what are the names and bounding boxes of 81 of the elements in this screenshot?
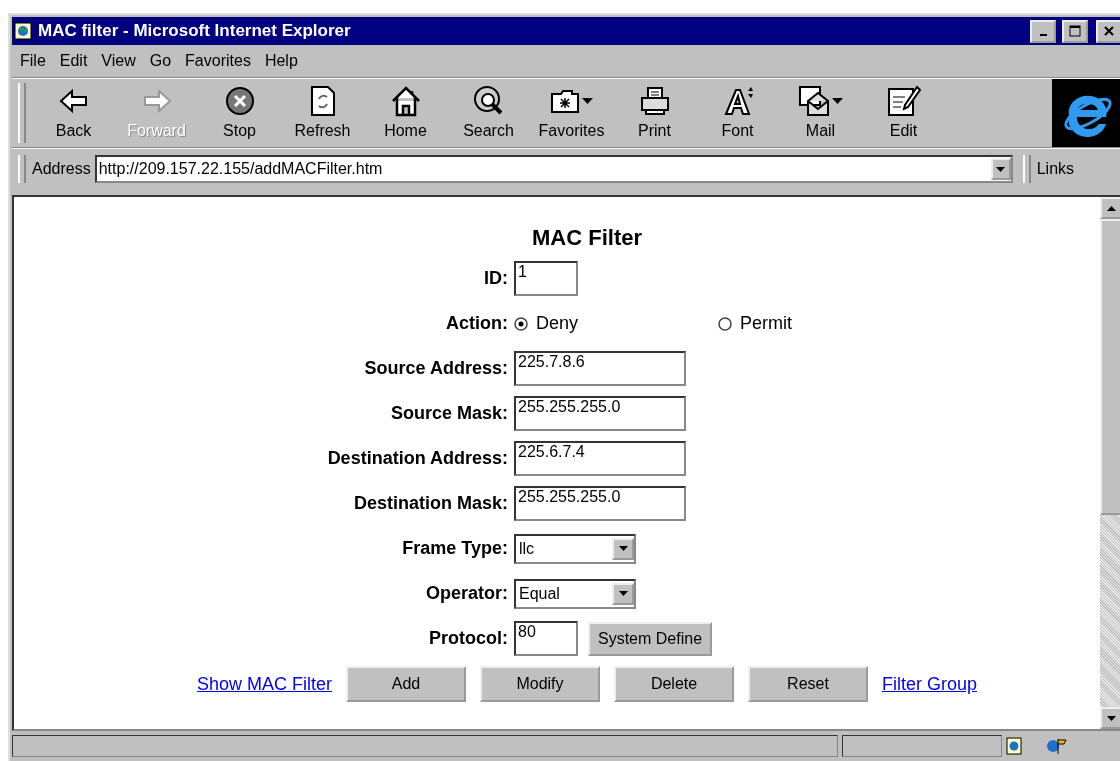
text-field[interactable]: 225.6.7.4 <box>514 441 686 476</box>
toolbar-button[interactable]: Stop <box>198 82 281 144</box>
text-field[interactable]: 255.255.255.0 <box>514 396 686 431</box>
dropdown-field[interactable]: Equal <box>514 578 636 609</box>
caret-icon <box>618 546 628 551</box>
form-button[interactable]: Delete <box>614 666 734 702</box>
field-label: Frame Type: <box>401 538 508 559</box>
toolbar-button[interactable]: Font <box>696 82 779 144</box>
window-title: MAC filter - Microsoft Internet Explorer <box>38 21 352 41</box>
menu-item[interactable]: Edit <box>53 49 94 73</box>
field-label: Action: <box>445 313 508 334</box>
text-field[interactable]: 255.255.255.0 <box>514 486 686 521</box>
links-label[interactable]: Links <box>1036 160 1075 178</box>
browser-page-icon <box>14 22 32 40</box>
field-label: Source Mask: <box>389 403 508 424</box>
form-button[interactable]: Modify <box>480 666 600 702</box>
field-label: ID: <box>483 268 508 289</box>
scroll-down-button[interactable] <box>1100 707 1120 729</box>
maximize-icon <box>1069 25 1081 37</box>
id-field[interactable]: 1 <box>514 261 578 296</box>
field-label: Protocol: <box>428 628 508 649</box>
scrollbar[interactable] <box>1100 197 1120 729</box>
menu-item[interactable]: Favorites <box>179 49 257 73</box>
link[interactable]: Filter Group <box>882 673 978 695</box>
stop-icon <box>224 85 255 116</box>
radio-option[interactable]: Permit <box>718 313 793 334</box>
minimize-icon <box>1039 34 1047 36</box>
scroll-thumb[interactable] <box>1100 219 1120 515</box>
menu-item[interactable]: View <box>95 49 142 73</box>
page-globe-icon <box>1006 737 1022 755</box>
radio-option[interactable]: Deny <box>514 313 579 334</box>
forward-arrow-icon <box>141 87 172 114</box>
toolbar-button[interactable]: Refresh <box>281 82 364 144</box>
form-button[interactable]: Reset <box>748 666 868 702</box>
protocol-field[interactable]: 80 <box>514 621 578 656</box>
address-field[interactable]: http://209.157.22.155/addMACFilter.htm <box>94 155 1013 183</box>
toolbar-grip[interactable] <box>18 155 26 183</box>
toolbar-grip[interactable] <box>1022 155 1031 183</box>
maximize-button[interactable] <box>1062 19 1088 43</box>
toolbar-button[interactable]: Mail <box>779 82 862 144</box>
close-button[interactable] <box>1096 19 1120 43</box>
toolbar-button[interactable]: Back <box>32 82 115 144</box>
caret-icon <box>618 591 628 596</box>
text-field[interactable]: 225.7.8.6 <box>514 351 686 386</box>
caret-icon <box>1106 205 1116 211</box>
field-label: Destination Mask: <box>352 493 508 514</box>
field-label: Destination Address: <box>326 448 508 469</box>
back-arrow-icon <box>58 87 89 114</box>
refresh-page-icon <box>309 84 336 117</box>
caret-icon <box>1106 715 1116 721</box>
caret-icon <box>582 97 593 104</box>
toolbar-button[interactable]: Search <box>447 82 530 144</box>
address-label: Address <box>32 160 91 178</box>
toolbar-button[interactable]: Print <box>613 82 696 144</box>
zone-flag-icon <box>1046 737 1068 755</box>
field-label: Operator: <box>425 583 508 604</box>
edit-pencil-icon <box>886 84 921 117</box>
form-button[interactable]: Add <box>346 666 466 702</box>
system-define-button[interactable]: System Define <box>588 621 713 656</box>
link[interactable]: Show MAC Filter <box>196 673 332 695</box>
menu-item[interactable]: Help <box>258 49 304 73</box>
printer-icon <box>638 84 671 117</box>
caret-icon <box>996 166 1006 172</box>
dropdown-arrow-button[interactable] <box>612 537 634 560</box>
caret-icon <box>832 97 843 104</box>
dropdown-field[interactable]: llc <box>514 533 636 564</box>
menu-item[interactable]: File <box>14 49 52 73</box>
minimize-button[interactable] <box>1030 19 1056 43</box>
menu-item[interactable]: Go <box>143 49 178 73</box>
field-label: Source Address: <box>363 358 508 379</box>
close-icon <box>1103 25 1115 37</box>
favorites-folder-icon <box>550 87 580 114</box>
toolbar-grip[interactable] <box>18 83 26 143</box>
mail-envelope-icon <box>798 84 830 117</box>
toolbar-button[interactable]: Edit <box>862 82 945 144</box>
toolbar-button[interactable]: Home <box>364 82 447 144</box>
dropdown-arrow-button[interactable] <box>612 582 634 605</box>
search-globe-icon <box>472 84 505 117</box>
page-heading: MAC Filter <box>531 225 643 251</box>
toolbar-button[interactable]: Favorites <box>530 82 613 144</box>
scroll-up-button[interactable] <box>1100 197 1120 219</box>
